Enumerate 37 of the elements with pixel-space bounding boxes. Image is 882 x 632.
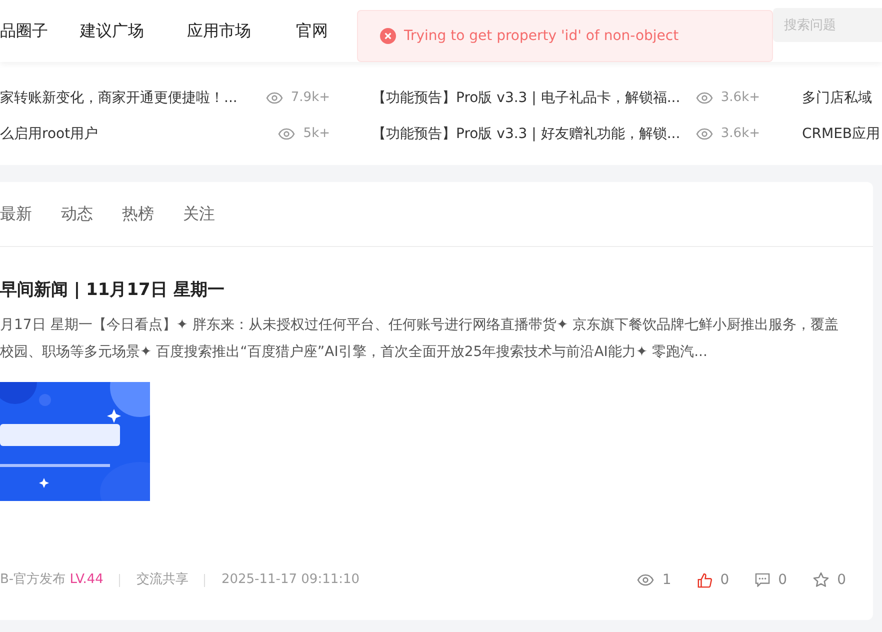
eye-icon [266,92,283,104]
eye-icon [278,128,296,140]
article-link[interactable]: 家转账新变化，商家开通更便捷啦！... [0,88,238,108]
article-link[interactable]: 多门店私域 [802,88,872,108]
eye-icon[interactable] [637,574,654,586]
stat-count: 0 [837,570,846,590]
feed-tab[interactable]: 热榜 [122,202,154,226]
article-link[interactable]: CRMEB应用 [802,124,880,144]
article-link[interactable]: 【功能预告】Pro版 v3.3 | 好友赠礼功能，解锁... [372,124,680,144]
star-icon[interactable] [813,572,830,588]
comment-icon[interactable] [755,573,770,587]
error-icon [380,28,396,44]
feed-tab[interactable]: 最新 [0,202,32,226]
search-field[interactable]: 搜索问题 [773,8,882,42]
post-summary: 月17日 星期一【今日看点】✦ 胖东来：从未授权过任何平台、任何账号进行网络直播带货✦ 京东旗下餐饮品牌七鲜小厨推出服务，覆盖校园、职场等多元场景✦ 百度搜索推出“百度猎户座”AI引擎，首次全面开放25年搜索技术与前沿AI能力✦ 零跑汽... [0,316,840,362]
feed-tab[interactable]: 动态 [61,202,93,226]
eye-icon [696,92,713,104]
eye-icon [696,128,713,140]
nav-link[interactable]: 应用市场 [187,19,251,43]
view-count: 5k+ [303,125,330,144]
error-message: Trying to get property 'id' of non-object [404,26,679,46]
author-name[interactable]: B-官方发布 LV.44 [0,570,104,590]
post-time: 2025-11-17 09:11:10 [221,571,360,590]
stat-count: 0 [720,570,730,590]
article-link[interactable]: 么启用root用户 [0,124,98,144]
view-count: 3.6k+ [720,89,760,108]
nav-link[interactable]: 品圈子 [0,19,48,43]
feed-tab[interactable]: 关注 [183,202,215,226]
stat-count: 1 [662,570,672,590]
nav-link[interactable]: 官网 [296,19,328,43]
view-count: 3.6k+ [720,125,760,144]
thumbs-up-icon[interactable] [697,572,712,588]
nav-link[interactable]: 建议广场 [80,19,144,43]
article-link[interactable]: 【功能预告】Pro版 v3.3 | 电子礼品卡，解锁福... [372,88,680,108]
view-count: 7.9k+ [290,89,330,108]
post-title[interactable]: 早间新闻 | 11月17日 星期一 [0,278,224,304]
stat-count: 0 [778,570,788,590]
